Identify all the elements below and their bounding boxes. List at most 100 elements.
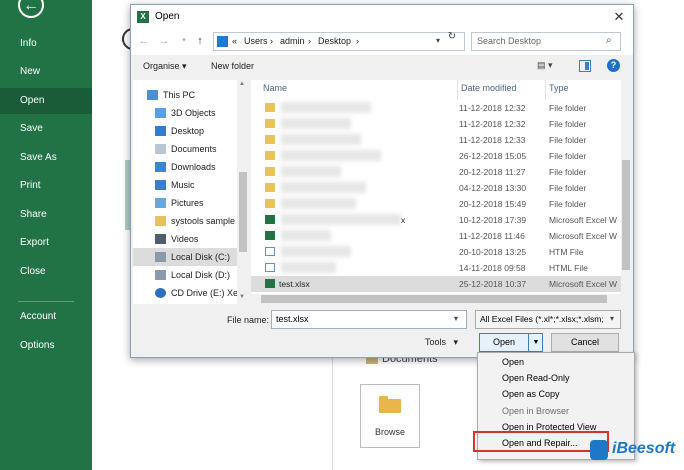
menu-item-open-as-copy[interactable]: Open as Copy bbox=[478, 386, 634, 402]
sidebar-item-save-as[interactable]: Save As bbox=[0, 145, 92, 171]
nav-item-label: CD Drive (E:) Xer bbox=[171, 288, 237, 298]
open-button-label[interactable]: Open bbox=[480, 337, 528, 347]
scroll-up-icon[interactable]: ▲ bbox=[239, 81, 245, 87]
horizontal-scrollbar-thumb[interactable] bbox=[261, 295, 607, 303]
tools-button[interactable]: Tools ▾ bbox=[425, 337, 458, 348]
file-type: HTM File bbox=[549, 247, 584, 257]
address-bar[interactable]: « Users › admin › Desktop › ▾ bbox=[213, 32, 465, 51]
nav-item-music[interactable]: Music bbox=[133, 176, 237, 194]
column-separator[interactable] bbox=[457, 80, 458, 100]
nav-item-pictures[interactable]: Pictures bbox=[133, 194, 237, 212]
nav-item-local-disk-c[interactable]: Local Disk (C:) bbox=[133, 248, 237, 266]
file-row[interactable]: 11-12-2018 11:46 Microsoft Excel W bbox=[251, 228, 621, 244]
breadcrumb-overflow[interactable]: « bbox=[232, 36, 237, 46]
sidebar-item-export[interactable]: Export bbox=[0, 230, 92, 256]
file-type: File folder bbox=[549, 103, 587, 113]
organise-button[interactable]: Organise ▾ bbox=[143, 61, 187, 72]
file-row[interactable]: 20-12-2018 15:49 File folder bbox=[251, 196, 621, 212]
sidebar-item-close[interactable]: Close bbox=[0, 259, 92, 285]
excel-file-icon bbox=[265, 279, 275, 288]
file-type: HTML File bbox=[549, 263, 588, 273]
nav-item-this-pc[interactable]: This PC bbox=[133, 86, 237, 104]
column-separator[interactable] bbox=[545, 80, 546, 100]
blurred-name bbox=[281, 198, 356, 209]
nav-item-desktop[interactable]: Desktop bbox=[133, 122, 237, 140]
file-name-chevron-down-icon[interactable]: ▾ bbox=[454, 314, 458, 323]
file-type-chevron-down-icon[interactable]: ▾ bbox=[610, 314, 614, 323]
file-date: 11-12-2018 12:32 bbox=[459, 119, 526, 129]
file-row[interactable]: 11-12-2018 12:32 File folder bbox=[251, 100, 621, 116]
forward-icon[interactable]: → bbox=[157, 34, 171, 48]
scroll-down-icon[interactable]: ▼ bbox=[239, 294, 245, 300]
nav-item-cd-drive-e[interactable]: CD Drive (E:) Xer bbox=[133, 284, 237, 302]
nav-item-label: Desktop bbox=[171, 126, 205, 136]
file-date: 20-12-2018 15:49 bbox=[459, 199, 527, 209]
close-button[interactable]: ✕ bbox=[609, 8, 629, 26]
sidebar-item-open[interactable]: Open bbox=[0, 88, 92, 114]
file-list-scrollbar[interactable] bbox=[621, 80, 631, 304]
file-date: 25-12-2018 10:37 bbox=[459, 279, 527, 289]
open-dropdown-arrow-icon[interactable]: ▼ bbox=[528, 334, 543, 351]
nav-scrollbar[interactable]: ▲ ▼ bbox=[237, 80, 249, 304]
file-name-input[interactable]: test.xlsx ▾ bbox=[271, 310, 467, 329]
browse-button[interactable]: Browse bbox=[360, 384, 420, 448]
sidebar-item-info[interactable]: Info bbox=[0, 31, 92, 57]
nav-scrollbar-thumb[interactable] bbox=[239, 172, 247, 252]
nav-item-label: Pictures bbox=[171, 198, 204, 208]
excel-file-icon bbox=[265, 215, 275, 224]
nav-item-videos[interactable]: Videos bbox=[133, 230, 237, 248]
nav-item-downloads[interactable]: Downloads bbox=[133, 158, 237, 176]
breadcrumb-admin[interactable]: admin bbox=[280, 36, 305, 46]
sidebar-item-account[interactable]: Account bbox=[0, 304, 92, 330]
column-header-type[interactable]: Type bbox=[549, 83, 569, 93]
back-icon[interactable]: ← bbox=[137, 34, 151, 48]
file-type-select[interactable]: All Excel Files (*.xl*;*.xlsx;*.xlsm; ▾ bbox=[475, 310, 621, 329]
cancel-button[interactable]: Cancel bbox=[551, 333, 619, 352]
address-chevron-down-icon[interactable]: ▾ bbox=[436, 36, 440, 45]
file-row[interactable]: 04-12-2018 13:30 File folder bbox=[251, 180, 621, 196]
help-icon[interactable]: ? bbox=[607, 59, 620, 72]
dialog-title-bar: X Open ✕ bbox=[131, 5, 633, 29]
file-type: File folder bbox=[549, 151, 587, 161]
horizontal-scrollbar[interactable] bbox=[251, 294, 621, 304]
nav-item-label: Local Disk (D:) bbox=[171, 270, 231, 280]
file-row[interactable]: 20-10-2018 13:25 HTM File bbox=[251, 244, 621, 260]
file-row[interactable]: 14-11-2018 09:58 HTML File bbox=[251, 260, 621, 276]
nav-item-documents[interactable]: Documents bbox=[133, 140, 237, 158]
back-arrow-icon[interactable]: ← bbox=[18, 0, 44, 18]
sidebar-item-save[interactable]: Save bbox=[0, 116, 92, 142]
file-row[interactable]: 20-12-2018 11:27 File folder bbox=[251, 164, 621, 180]
open-split-button[interactable]: Open ▼ bbox=[479, 333, 543, 352]
sidebar-item-print[interactable]: Print bbox=[0, 173, 92, 199]
blurred-name bbox=[281, 150, 381, 161]
blurred-name bbox=[281, 246, 351, 257]
file-name-value: test.xlsx bbox=[276, 314, 309, 324]
recent-chevron-down-icon[interactable]: ▾ bbox=[177, 34, 191, 48]
sidebar-item-new[interactable]: New bbox=[0, 59, 92, 85]
breadcrumb-desktop[interactable]: Desktop bbox=[318, 36, 351, 46]
menu-item-open-read-only[interactable]: Open Read-Only bbox=[478, 370, 634, 386]
column-header-date[interactable]: Date modified bbox=[461, 83, 517, 93]
breadcrumb-users[interactable]: Users bbox=[244, 36, 268, 46]
sidebar-item-share[interactable]: Share bbox=[0, 202, 92, 228]
file-row[interactable]: 11-12-2018 12:33 File folder bbox=[251, 132, 621, 148]
file-row-selected[interactable]: test.xlsx 25-12-2018 10:37 Microsoft Exc… bbox=[251, 276, 621, 292]
search-input[interactable]: Search Desktop ⌕ bbox=[471, 32, 621, 51]
refresh-icon[interactable]: ↻ bbox=[445, 31, 459, 45]
backstage-sidebar: ← Info New Open Save Save As Print Share… bbox=[0, 0, 92, 470]
blurred-name bbox=[281, 262, 336, 273]
file-list-scrollbar-thumb[interactable] bbox=[622, 160, 630, 270]
nav-item-systools-sample[interactable]: systools sample bbox=[133, 212, 237, 230]
file-row[interactable]: 11-12-2018 12:32 File folder bbox=[251, 116, 621, 132]
up-arrow-icon[interactable]: ↑ bbox=[193, 34, 207, 48]
file-row[interactable]: x 10-12-2018 17:39 Microsoft Excel W bbox=[251, 212, 621, 228]
column-header-name[interactable]: Name bbox=[263, 83, 287, 93]
new-folder-button[interactable]: New folder bbox=[211, 61, 254, 71]
sidebar-item-options[interactable]: Options bbox=[0, 333, 92, 359]
file-row[interactable]: 26-12-2018 15:05 File folder bbox=[251, 148, 621, 164]
nav-item-local-disk-d[interactable]: Local Disk (D:) bbox=[133, 266, 237, 284]
menu-item-open[interactable]: Open bbox=[478, 354, 634, 370]
preview-pane-icon[interactable] bbox=[579, 60, 591, 72]
nav-item-3d-objects[interactable]: 3D Objects bbox=[133, 104, 237, 122]
view-options-icon[interactable]: ▤ ▾ bbox=[537, 60, 561, 74]
